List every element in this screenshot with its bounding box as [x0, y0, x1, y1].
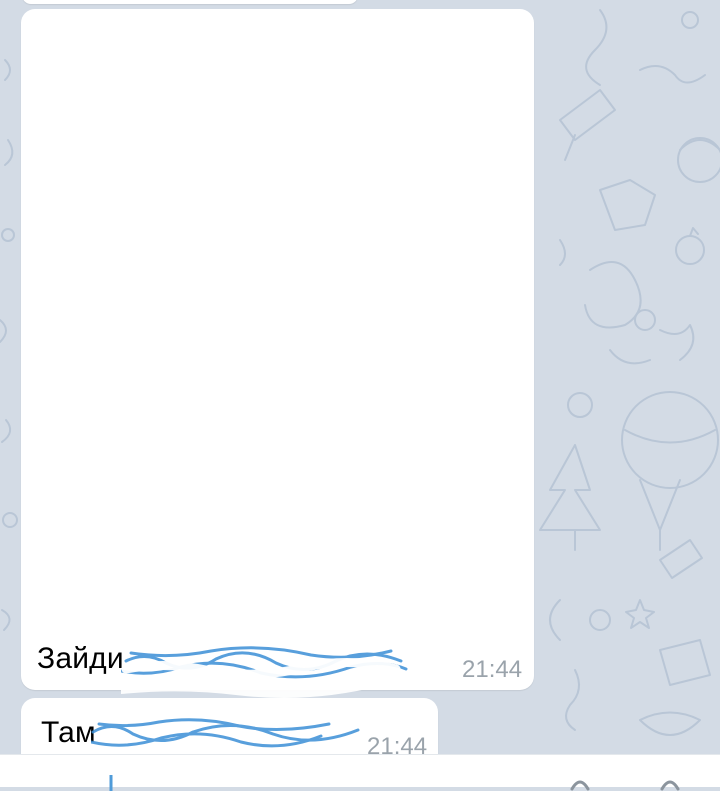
- attach-icon[interactable]: [103, 775, 119, 791]
- emoji-icon[interactable]: [570, 775, 590, 791]
- microphone-icon[interactable]: [660, 775, 680, 791]
- previous-message-bubble[interactable]: [22, 0, 358, 4]
- redaction-scribble: [91, 718, 360, 748]
- message-input-bar[interactable]: [0, 754, 720, 791]
- message-text: Зайди: [37, 642, 124, 675]
- message-text: Там: [41, 716, 96, 749]
- message-time: 21:44: [462, 656, 523, 683]
- message-bubble[interactable]: Зайди 21:44: [21, 9, 534, 698]
